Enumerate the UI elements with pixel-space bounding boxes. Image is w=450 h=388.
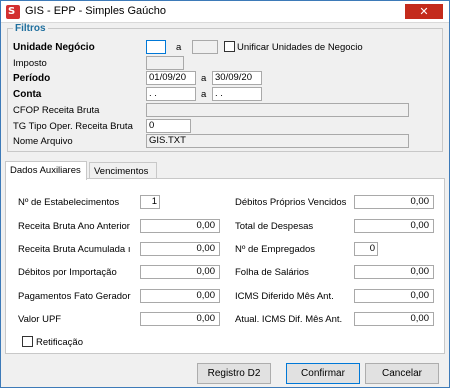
tab-vencimentos[interactable]: Vencimentos [89,162,157,179]
debitos-proprios-input[interactable]: 0,00 [354,195,434,209]
periodo-from-input[interactable]: 01/09/20 [146,71,196,85]
estabelecimentos-label: Nº de Estabelecimentos [18,197,120,208]
debitos-import-input[interactable]: 0,00 [140,265,220,279]
unidade-negocio-label: Unidade Negócio [13,42,95,53]
empregados-input[interactable]: 0 [354,242,378,256]
periodo-to-input[interactable]: 30/09/20 [212,71,262,85]
pagamentos-label: Pagamentos Fato Gerador [18,291,131,302]
periodo-label: Período [13,73,51,84]
receita-acum-label: Receita Bruta Acumulada ı [18,244,131,255]
valor-upf-label: Valor UPF [18,314,62,325]
pagamentos-input[interactable]: 0,00 [140,289,220,303]
unificar-label: Unificar Unidades de Negocio [237,42,363,53]
icms-diferido-input[interactable]: 0,00 [354,289,434,303]
app-icon: S [6,5,20,19]
registro-d2-button[interactable]: Registro D2 [197,363,271,384]
nome-arquivo-label: Nome Arquivo [13,136,73,147]
valor-upf-input[interactable]: 0,00 [140,312,220,326]
confirmar-button[interactable]: Confirmar [286,363,360,384]
cfop-input[interactable] [146,103,409,117]
tab-dados-auxiliares[interactable]: Dados Auxiliares [5,161,87,180]
receita-acum-input[interactable]: 0,00 [140,242,220,256]
folha-salarios-label: Folha de Salários [235,267,309,278]
unidade-negocio-from-input[interactable] [146,40,166,54]
receita-ano-label: Receita Bruta Ano Anterior [18,221,130,232]
total-despesas-input[interactable]: 0,00 [354,219,434,233]
tg-tipo-input[interactable]: 0 [146,119,191,133]
debitos-proprios-label: Débitos Próprios Vencidos [235,197,347,208]
window-title: GIS - EPP - Simples Gaúcho [25,5,167,17]
imposto-label: Imposto [13,58,47,69]
conta-from-input[interactable]: . . [146,87,196,101]
icms-diferido-label: ICMS Diferido Mês Ant. [235,291,334,302]
close-button[interactable]: ✕ [405,4,443,19]
tg-tipo-label: TG Tipo Oper. Receita Bruta [13,121,133,132]
cfop-label: CFOP Receita Bruta [13,105,100,116]
title-bar: S GIS - EPP - Simples Gaúcho ✕ [1,1,449,23]
unificar-checkbox[interactable] [224,41,235,52]
atual-icms-label: Atual. ICMS Dif. Mês Ant. [235,314,343,325]
cancelar-button[interactable]: Cancelar [365,363,439,384]
conta-to-input[interactable]: . . [212,87,262,101]
dados-auxiliares-panel: Nº de Estabelecimentos 1 Receita Bruta A… [5,178,445,354]
debitos-import-label: Débitos por Importação [18,267,117,278]
conta-sep: a [201,89,207,100]
main-window: S GIS - EPP - Simples Gaúcho ✕ Filtros U… [0,0,450,388]
unidade-negocio-sep: a [176,42,182,53]
filtros-legend: Filtros [13,23,48,34]
periodo-sep: a [201,73,207,84]
unidade-negocio-to-input[interactable] [192,40,218,54]
empregados-label: Nº de Empregados [235,244,316,255]
estabelecimentos-input[interactable]: 1 [140,195,160,209]
imposto-input[interactable] [146,56,184,70]
retificacao-label: Retificação [36,337,83,348]
folha-salarios-input[interactable]: 0,00 [354,265,434,279]
nome-arquivo-input[interactable]: GIS.TXT [146,134,409,148]
atual-icms-input[interactable]: 0,00 [354,312,434,326]
receita-ano-input[interactable]: 0,00 [140,219,220,233]
total-despesas-label: Total de Despesas [235,221,314,232]
retificacao-checkbox[interactable] [22,336,33,347]
conta-label: Conta [13,89,42,100]
